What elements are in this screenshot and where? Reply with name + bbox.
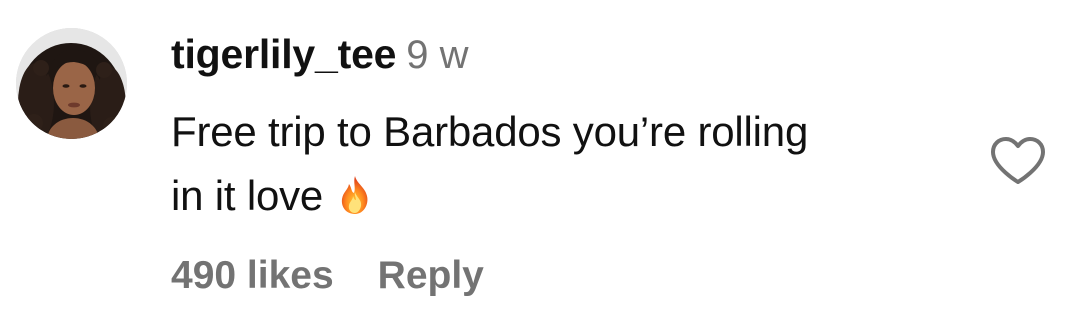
comment-text: Free trip to Barbados you’re rolling in … bbox=[171, 100, 961, 228]
comment-text-line-2: in it love bbox=[171, 172, 324, 219]
username-link[interactable]: tigerlily_tee bbox=[171, 31, 396, 77]
comment-text-line-1: Free trip to Barbados you’re rolling bbox=[171, 108, 809, 155]
comment-header: tigerlily_tee 9 w bbox=[171, 31, 469, 77]
like-button[interactable] bbox=[989, 136, 1047, 186]
heart-outline-icon bbox=[991, 137, 1045, 184]
avatar-image bbox=[16, 28, 127, 139]
comment-text-line: Free trip to Barbados you’re rolling bbox=[171, 100, 961, 164]
timestamp: 9 w bbox=[406, 33, 469, 77]
likes-count-button[interactable]: 490 likes bbox=[171, 254, 334, 297]
reply-button[interactable]: Reply bbox=[378, 254, 484, 297]
fire-icon bbox=[335, 170, 375, 214]
comment-footer: 490 likes Reply bbox=[171, 256, 484, 295]
comment-text-line: in it love bbox=[171, 164, 961, 228]
avatar[interactable] bbox=[16, 28, 127, 139]
comment-item: tigerlily_tee 9 w Free trip to Barbados y… bbox=[0, 0, 1077, 335]
